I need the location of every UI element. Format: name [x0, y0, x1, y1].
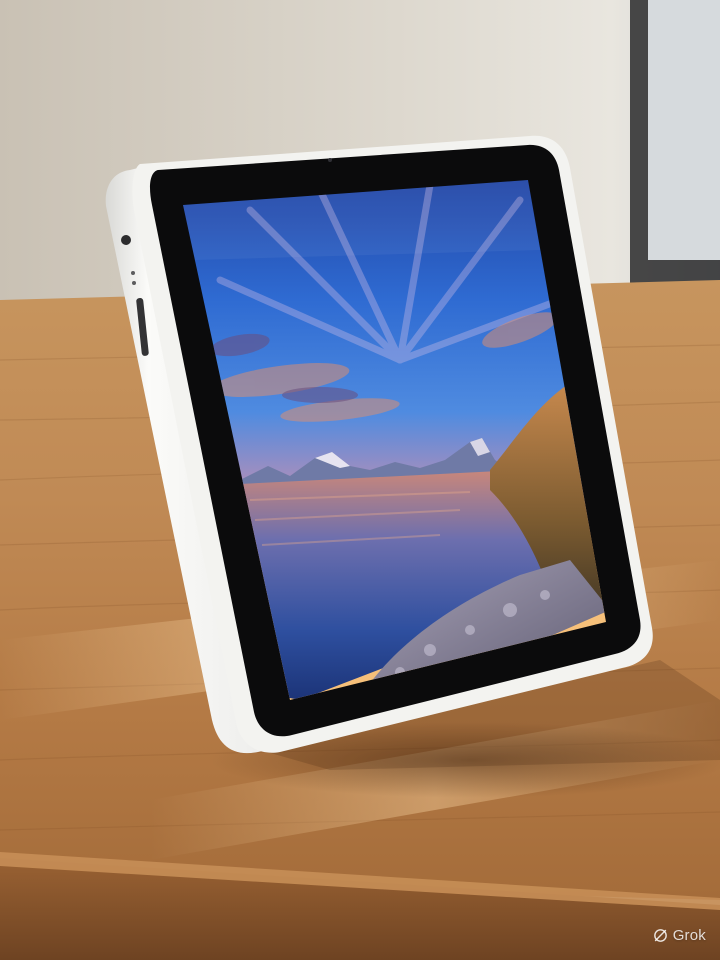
watermark: Grok	[652, 927, 706, 944]
watermark-label: Grok	[672, 927, 706, 944]
grok-logo-icon	[653, 929, 667, 942]
camera-dot-side	[121, 235, 131, 245]
front-camera	[328, 158, 332, 162]
photo-scene	[0, 0, 720, 960]
